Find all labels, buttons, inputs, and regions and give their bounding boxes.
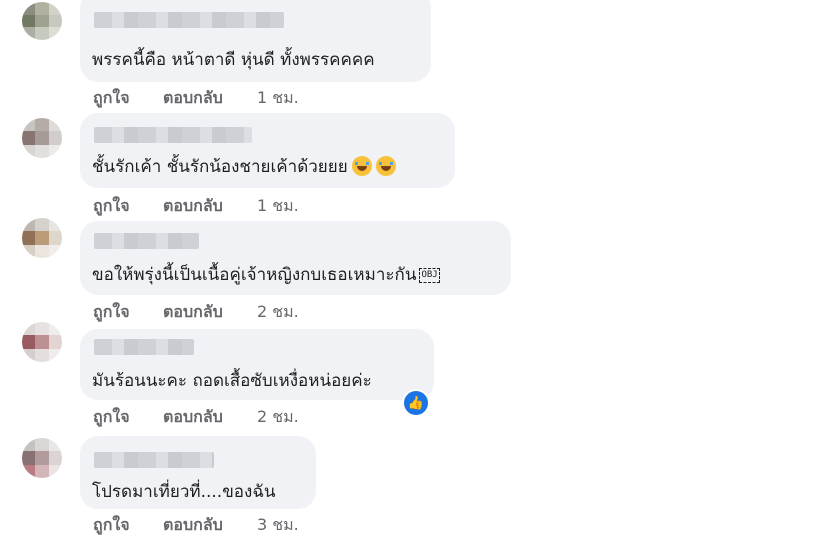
like-link[interactable]: ถูกใจ (93, 86, 140, 111)
comment-actions: ถูกใจ ตอบกลับ 3 ชม. (93, 513, 299, 538)
comment-timestamp[interactable]: 2 ชม. (257, 300, 299, 325)
avatar[interactable] (22, 322, 62, 362)
comment-actions: ถูกใจ ตอบกลับ 2 ชม. (93, 300, 299, 325)
avatar[interactable] (22, 118, 62, 158)
tears-of-joy-emoji-icon (351, 156, 372, 176)
comment-text: มันร้อนนะคะ ถอดเสื้อซับเหงื่อหน่อยค่ะ (92, 371, 372, 391)
comment-bubble: โปรดมาเที่ยวที่....ของฉัน (80, 436, 316, 509)
comment-text: พรรคนี้คือ หน้าตาดี หุ่นดี ทั้งพรรคคคค (92, 50, 375, 70)
tears-of-joy-emoji-icon (375, 156, 396, 176)
like-link[interactable]: ถูกใจ (93, 300, 140, 325)
comment-timestamp[interactable]: 2 ชม. (257, 405, 299, 430)
reply-link[interactable]: ตอบกลับ (163, 194, 258, 219)
comment-text: ขอให้พรุ่งนี้เป็นเนื้อคู่เจ้าหญิงกบเธอเห… (92, 265, 417, 285)
comment-timestamp[interactable]: 1 ชม. (257, 194, 299, 219)
comment-timestamp[interactable]: 3 ชม. (257, 513, 299, 538)
avatar[interactable] (22, 218, 62, 258)
comment-text-row: ชั้นรักเค้า ชั้นรักน้องชายเค้าด้วยยย (92, 153, 396, 180)
comment-text: ชั้นรักเค้า ชั้นรักน้องชายเค้าด้วยยย (92, 157, 348, 177)
commenter-name-blurred[interactable] (94, 233, 199, 249)
comment-text-row: ขอให้พรุ่งนี้เป็นเนื้อคู่เจ้าหญิงกบเธอเห… (92, 261, 440, 288)
comment-actions: ถูกใจ ตอบกลับ 1 ชม. (93, 194, 299, 219)
comment-actions: ถูกใจ ตอบกลับ 1 ชม. (93, 86, 299, 111)
comment-bubble: มันร้อนนะคะ ถอดเสื้อซับเหงื่อหน่อยค่ะ (80, 329, 434, 400)
commenter-name-blurred[interactable] (94, 339, 194, 355)
comment-timestamp[interactable]: 1 ชม. (257, 86, 299, 111)
comment-bubble: ขอให้พรุ่งนี้เป็นเนื้อคู่เจ้าหญิงกบเธอเห… (80, 221, 511, 295)
reply-link[interactable]: ตอบกลับ (163, 300, 258, 325)
avatar[interactable] (22, 438, 62, 478)
reply-link[interactable]: ตอบกลับ (163, 405, 258, 430)
comment-bubble: ชั้นรักเค้า ชั้นรักน้องชายเค้าด้วยยย (80, 113, 455, 188)
like-reaction-badge[interactable]: 👍 (402, 389, 430, 417)
reply-link[interactable]: ตอบกลับ (163, 86, 258, 111)
comment-bubble: พรรคนี้คือ หน้าตาดี หุ่นดี ทั้งพรรคคคค (80, 0, 431, 82)
comment-actions: ถูกใจ ตอบกลับ 2 ชม. (93, 405, 299, 430)
avatar[interactable] (22, 2, 62, 40)
object-replacement-glyph: OBJ (419, 268, 440, 283)
like-link[interactable]: ถูกใจ (93, 194, 140, 219)
comment-text: โปรดมาเที่ยวที่....ของฉัน (92, 482, 276, 502)
reply-link[interactable]: ตอบกลับ (163, 513, 258, 538)
thumbs-up-icon: 👍 (407, 395, 425, 411)
like-link[interactable]: ถูกใจ (93, 405, 140, 430)
commenter-name-blurred[interactable] (94, 127, 252, 143)
like-link[interactable]: ถูกใจ (93, 513, 140, 538)
commenter-name-blurred[interactable] (94, 12, 284, 28)
commenter-name-blurred[interactable] (94, 452, 214, 468)
